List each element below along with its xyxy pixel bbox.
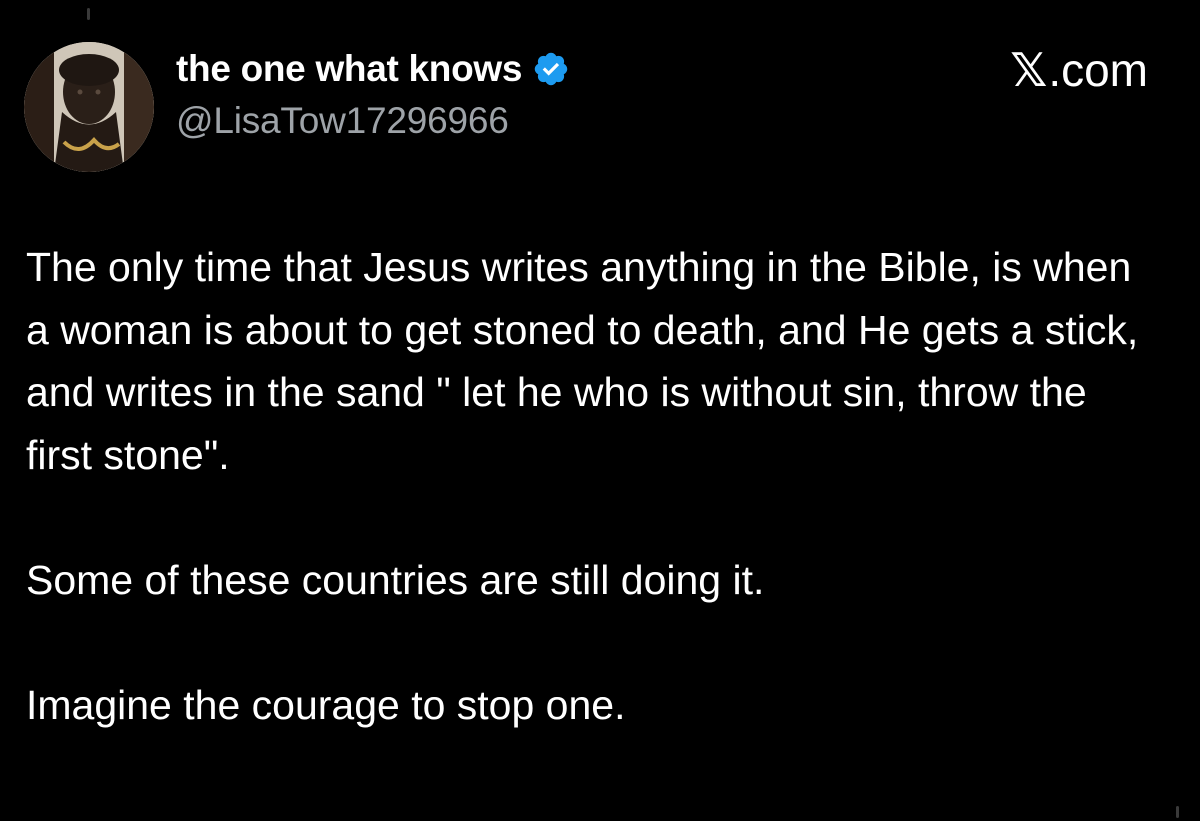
tweet-paragraph: The only time that Jesus writes anything… [26,244,1150,478]
x-com-watermark: 𝕏 .com [1010,43,1148,97]
avatar[interactable] [24,42,154,172]
author-name-row: the one what knows [176,46,570,92]
speck-artifact [87,8,90,20]
x-logo-icon: 𝕏 [1010,43,1048,97]
avatar-image [24,42,154,172]
watermark-domain: .com [1048,44,1148,96]
tweet-paragraph: Imagine the courage to stop one. [26,681,626,728]
author-handle[interactable]: @LisaTow17296966 [176,100,509,142]
tweet-card: the one what knows @LisaTow17296966 𝕏 .co… [0,0,1200,821]
tweet-body: The only time that Jesus writes anything… [26,236,1156,736]
verified-badge-icon[interactable] [532,50,570,88]
author-display-name[interactable]: the one what knows [176,48,522,90]
speck-artifact [1176,806,1179,818]
tweet-paragraph: Some of these countries are still doing … [26,556,765,603]
